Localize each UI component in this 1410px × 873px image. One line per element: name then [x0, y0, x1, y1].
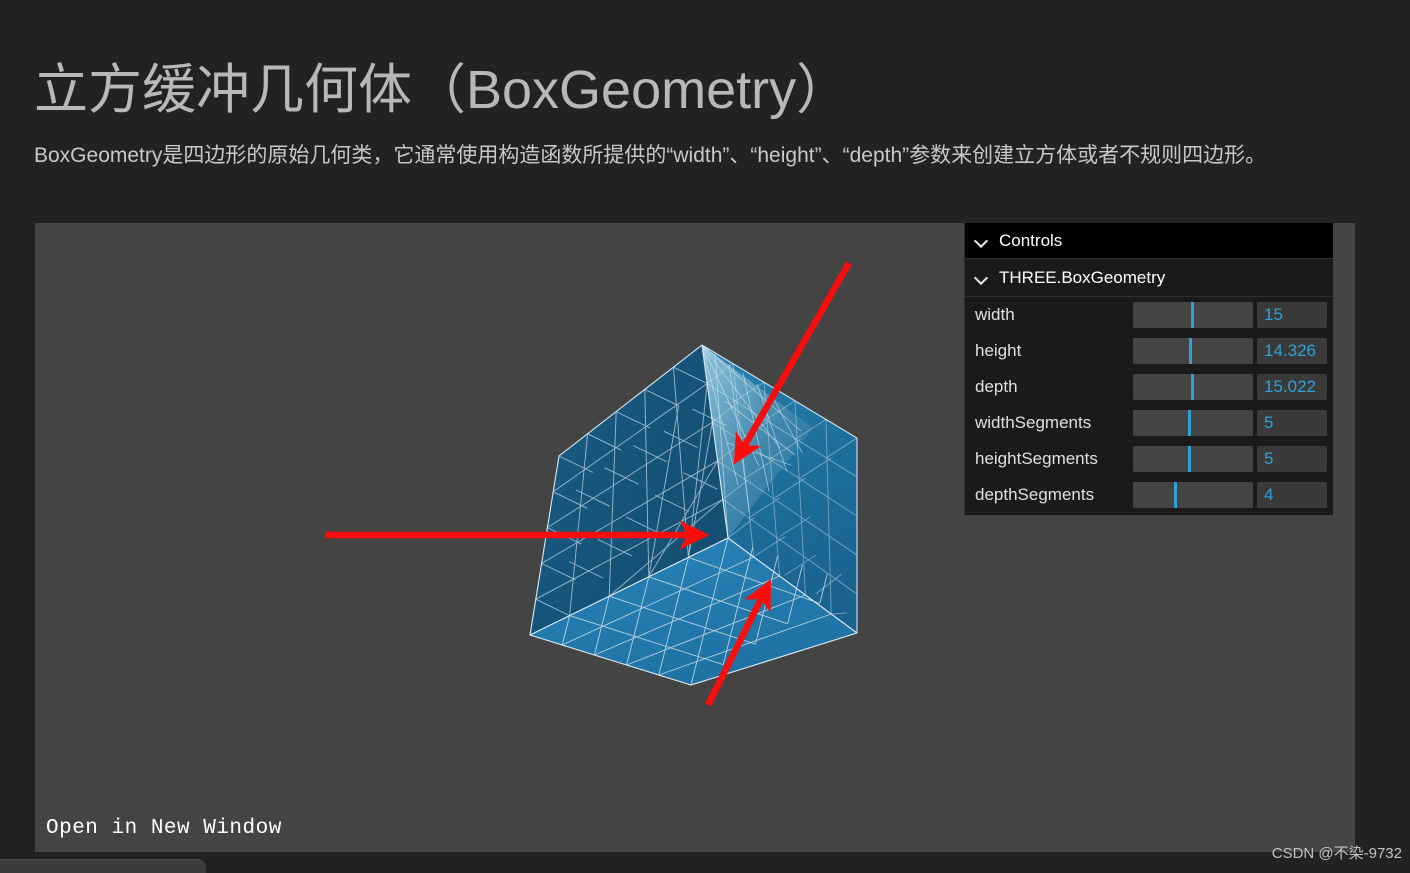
- cube-mesh: [529, 344, 858, 686]
- gui-row-depth[interactable]: depth 15.022: [965, 369, 1333, 405]
- gui-value-heightsegments[interactable]: 5: [1257, 445, 1327, 472]
- gui-value-depthsegments[interactable]: 4: [1257, 481, 1327, 508]
- open-in-new-window-link[interactable]: Open in New Window: [46, 817, 282, 840]
- gui-slider-knob[interactable]: [1190, 301, 1194, 328]
- gui-label-width: width: [975, 304, 1015, 324]
- gui-slider-widthsegments[interactable]: [1133, 409, 1253, 436]
- page-title: 立方缓冲几何体（BoxGeometry）: [34, 60, 851, 121]
- three-js-viewer[interactable]: Controls THREE.BoxGeometry width 15 heig…: [35, 223, 1355, 852]
- gui-folder-boxgeometry[interactable]: THREE.BoxGeometry: [965, 259, 1333, 297]
- gui-row-height[interactable]: height 14.326: [965, 333, 1333, 369]
- gui-label-height: height: [975, 340, 1022, 360]
- page-root: 立方缓冲几何体（BoxGeometry） BoxGeometry是四边形的原始几…: [0, 0, 1410, 873]
- chevron-down-icon: [975, 271, 989, 285]
- gui-slider-knob[interactable]: [1189, 337, 1193, 364]
- chevron-down-icon: [975, 234, 989, 248]
- dat-gui-panel[interactable]: Controls THREE.BoxGeometry width 15 heig…: [964, 223, 1333, 515]
- gui-slider-heightsegments[interactable]: [1133, 445, 1253, 472]
- gui-label-depthsegments: depthSegments: [975, 484, 1095, 504]
- gui-slider-depthsegments[interactable]: [1133, 481, 1253, 508]
- gui-controls-label: Controls: [999, 230, 1063, 250]
- gui-label-heightsegments: heightSegments: [975, 448, 1098, 468]
- gui-row-widthsegments[interactable]: widthSegments 5: [965, 405, 1333, 441]
- gui-slider-knob[interactable]: [1188, 409, 1192, 436]
- gui-value-widthsegments[interactable]: 5: [1257, 409, 1327, 436]
- gui-slider-knob[interactable]: [1190, 373, 1194, 400]
- gui-rows-container: width 15 height 14.326 depth 15.022 widt…: [965, 297, 1333, 515]
- page-description: BoxGeometry是四边形的原始几何类，它通常使用构造函数所提供的“widt…: [34, 144, 1267, 167]
- csdn-watermark: CSDN @不染-9732: [1271, 845, 1402, 862]
- gui-slider-knob[interactable]: [1173, 481, 1177, 508]
- gui-slider-depth[interactable]: [1133, 373, 1253, 400]
- gui-value-depth[interactable]: 15.022: [1257, 373, 1327, 400]
- gui-slider-knob[interactable]: [1188, 445, 1192, 472]
- gui-row-width[interactable]: width 15: [965, 297, 1333, 333]
- gui-folder-label: THREE.BoxGeometry: [999, 267, 1166, 287]
- gui-value-width[interactable]: 15: [1257, 301, 1327, 328]
- gui-label-widthsegments: widthSegments: [975, 412, 1092, 432]
- gui-row-heightsegments[interactable]: heightSegments 5: [965, 441, 1333, 477]
- bottom-partial-panel: [0, 859, 206, 873]
- gui-label-depth: depth: [975, 376, 1018, 396]
- gui-slider-height[interactable]: [1133, 337, 1253, 364]
- gui-slider-width[interactable]: [1133, 301, 1253, 328]
- gui-value-height[interactable]: 14.326: [1257, 337, 1327, 364]
- gui-close-controls-bar[interactable]: Controls: [965, 223, 1333, 259]
- gui-row-depthsegments[interactable]: depthSegments 4: [965, 477, 1333, 513]
